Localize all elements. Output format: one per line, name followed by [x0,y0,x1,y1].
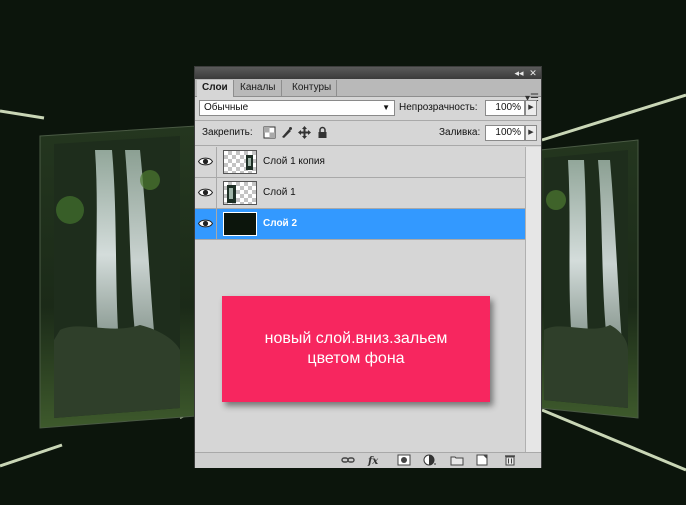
layer-thumbnail-object [227,185,236,203]
add-mask-icon[interactable] [397,454,411,466]
svg-text:fx: fx [367,456,379,466]
collapse-icon[interactable]: ◂◂ [513,67,525,79]
opacity-label: Непрозрачность: [399,102,478,113]
callout-line-1: новый слой.вниз.зальем [264,330,448,347]
layers-panel: ◂◂ ✕ Слои Каналы Контуры ▾☰ Обычные ▼ Не… [194,66,542,468]
link-layers-icon[interactable] [341,454,355,466]
fx-icon[interactable]: fx [367,454,381,466]
visibility-toggle[interactable] [195,209,217,239]
opacity-slider-toggle[interactable]: ▶ [525,100,537,116]
layer-row-layer-2[interactable]: Слой 2 [195,209,525,240]
trash-icon[interactable] [503,454,517,466]
eye-icon [198,219,213,228]
tab-layers[interactable]: Слои [197,80,234,97]
lock-image-pixels-icon[interactable] [280,126,293,139]
panel-bottom-toolbar: fx [195,452,541,468]
blend-mode-value: Обычные [204,102,249,113]
eye-icon [198,157,213,166]
lock-position-icon[interactable] [298,126,311,139]
layer-thumbnail [223,181,257,205]
layers-scrollbar[interactable] [525,147,541,452]
lock-transparent-pixels-icon[interactable] [263,126,276,139]
callout-line-2: цветом фона [307,350,405,367]
layer-row-layer-1-copy[interactable]: Слой 1 копия [195,147,525,178]
panel-tabbar: Слои Каналы Контуры ▾☰ [195,79,541,104]
fill-label: Заливка: [439,127,481,138]
chevron-down-icon: ▼ [382,103,390,112]
layer-thumbnail [223,212,257,236]
adjustment-layer-icon[interactable] [423,454,437,466]
layer-name[interactable]: Слой 1 копия [263,147,325,177]
divider [195,120,541,121]
lock-fill-row: Закрепить: Заливка: 100% ▶ [195,123,541,143]
divider [195,145,541,146]
layer-thumbnail [223,150,257,174]
new-layer-icon[interactable] [475,454,489,466]
new-group-icon[interactable] [450,454,464,466]
layer-name[interactable]: Слой 1 [263,178,296,208]
blend-opacity-row: Обычные ▼ Непрозрачность: 100% ▶ [195,97,541,119]
fill-slider-toggle[interactable]: ▶ [525,125,537,141]
visibility-toggle[interactable] [195,147,217,177]
panel-titlebar: ◂◂ ✕ [195,67,541,79]
fill-input[interactable]: 100% [485,125,525,141]
layer-row-layer-1[interactable]: Слой 1 [195,178,525,209]
layer-thumbnail-object [246,155,253,170]
eye-icon [198,188,213,197]
annotation-callout: новый слой.вниз.зальем цветом фона [222,296,490,402]
layer-name[interactable]: Слой 2 [263,209,297,239]
blend-mode-select[interactable]: Обычные ▼ [199,100,395,116]
tab-paths[interactable]: Контуры [287,80,338,96]
visibility-toggle[interactable] [195,178,217,208]
lock-label: Закрепить: [202,127,253,138]
lock-all-icon[interactable] [316,126,329,139]
opacity-input[interactable]: 100% [485,100,525,116]
close-icon[interactable]: ✕ [527,67,539,79]
tab-channels[interactable]: Каналы [235,80,282,96]
